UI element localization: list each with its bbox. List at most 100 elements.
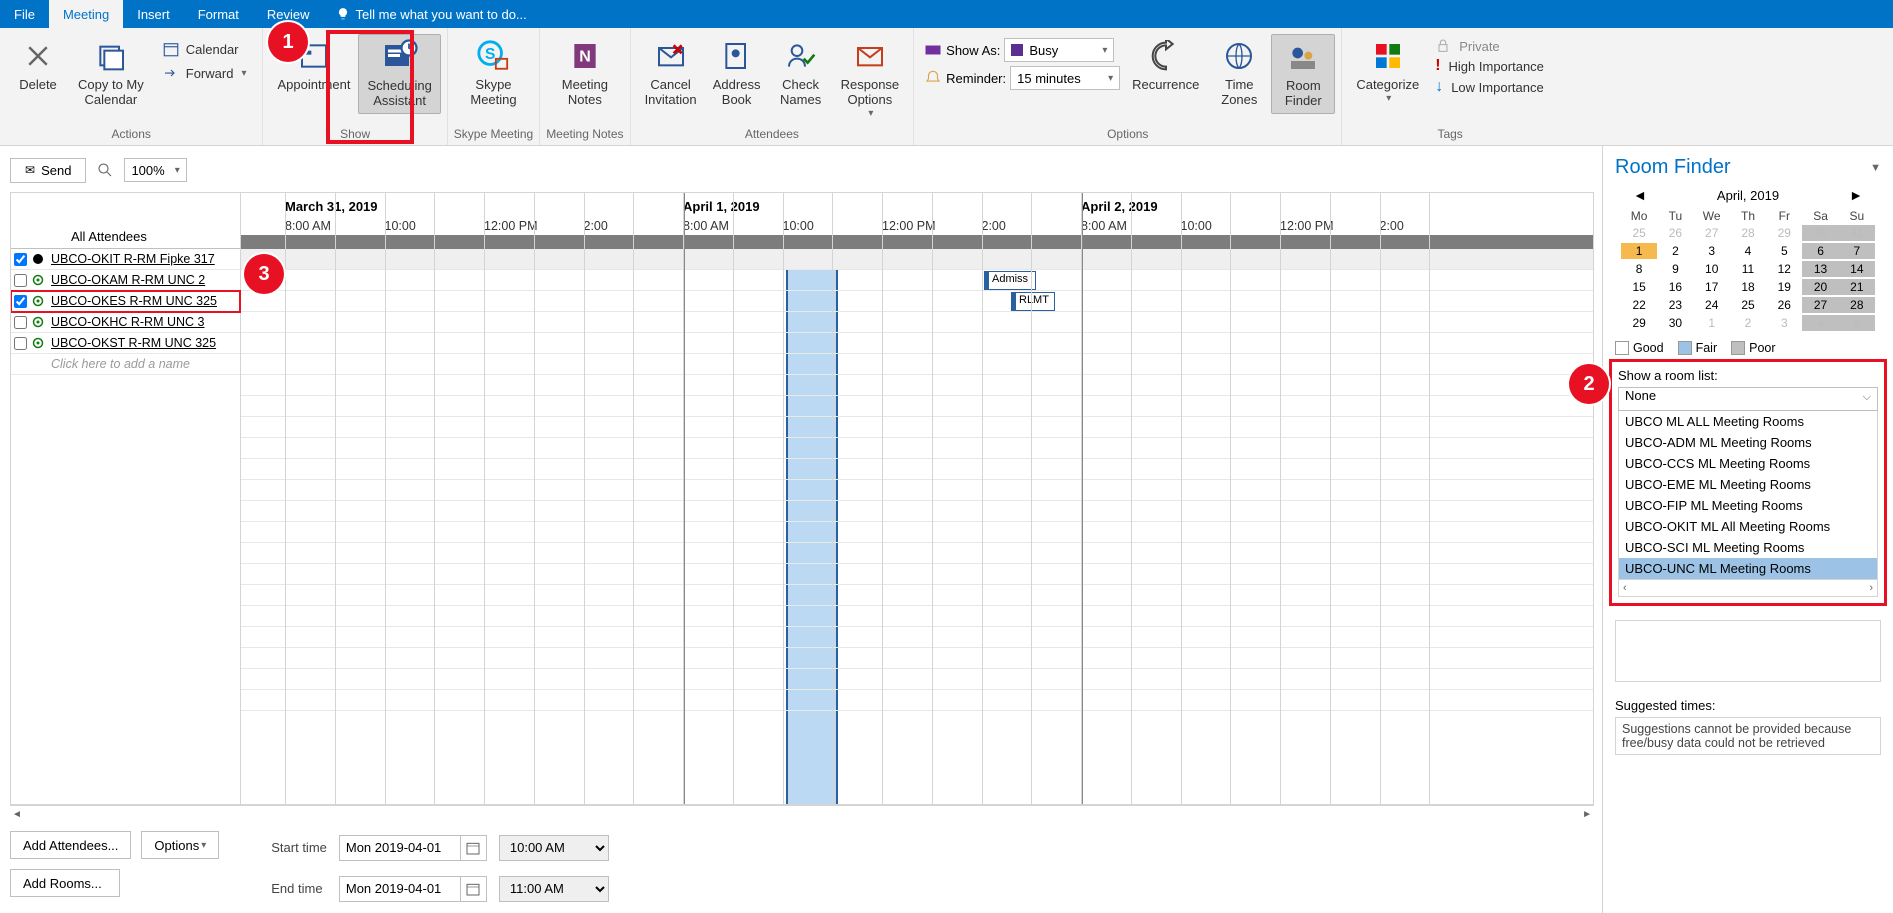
attendee-row[interactable]: UBCO-OKES R-RM UNC 325	[11, 291, 240, 312]
add-attendee-row[interactable]: Click here to add a name	[11, 354, 240, 375]
cal-day[interactable]: 24	[1694, 297, 1730, 313]
room-list-select[interactable]: None	[1618, 387, 1878, 411]
cal-day[interactable]: 11	[1730, 261, 1766, 277]
attendee-row[interactable]: UBCO-OKAM R-RM UNC 2	[11, 270, 240, 291]
end-date-input[interactable]	[339, 876, 487, 902]
response-options-button[interactable]: Response Options	[833, 34, 908, 123]
cal-day[interactable]: 2	[1657, 243, 1693, 259]
attendee-row[interactable]: UBCO-OKIT R-RM Fipke 317	[11, 249, 240, 270]
cal-day[interactable]: 25	[1730, 297, 1766, 313]
add-attendees-button[interactable]: Add Attendees...	[10, 831, 131, 859]
attendee-checkbox[interactable]	[14, 337, 27, 350]
attendee-checkbox[interactable]	[14, 253, 27, 266]
room-list-dropdown[interactable]: UBCO ML ALL Meeting RoomsUBCO-ADM ML Mee…	[1618, 411, 1878, 580]
tab-meeting[interactable]: Meeting	[49, 0, 123, 28]
cal-day[interactable]: 20	[1802, 279, 1838, 295]
calendar-picker-icon[interactable]	[460, 877, 486, 901]
cal-day[interactable]: 30	[1657, 315, 1693, 331]
cal-day[interactable]: 26	[1657, 225, 1693, 241]
cal-day[interactable]: 18	[1730, 279, 1766, 295]
calendar-event[interactable]: RLMT	[1011, 292, 1055, 311]
attendee-checkbox[interactable]	[14, 316, 27, 329]
cal-day[interactable]: 22	[1621, 297, 1657, 313]
cal-day[interactable]: 5	[1839, 315, 1875, 331]
cal-day[interactable]: 27	[1694, 225, 1730, 241]
reminder-select[interactable]: 15 minutes▾	[1010, 66, 1120, 90]
start-date-input[interactable]	[339, 835, 487, 861]
cal-day[interactable]: 29	[1621, 315, 1657, 331]
room-list-item[interactable]: UBCO ML ALL Meeting Rooms	[1619, 411, 1877, 432]
timeline-scrollbar[interactable]: ◄►	[10, 805, 1594, 823]
private-button[interactable]: Private	[1435, 38, 1544, 54]
cal-day[interactable]: 28	[1730, 225, 1766, 241]
cal-day[interactable]: 14	[1839, 261, 1875, 277]
room-list-item[interactable]: UBCO-EME ML Meeting Rooms	[1619, 474, 1877, 495]
cal-day[interactable]: 10	[1694, 261, 1730, 277]
search-icon[interactable]	[96, 161, 114, 179]
cal-day[interactable]: 4	[1730, 243, 1766, 259]
address-book-button[interactable]: Address Book	[705, 34, 769, 112]
room-list-hscroll[interactable]: ‹›	[1618, 580, 1878, 597]
start-time-select[interactable]: 10:00 AM	[499, 835, 609, 861]
cal-day[interactable]: 19	[1766, 279, 1802, 295]
calendar-event[interactable]: Admiss	[984, 271, 1036, 290]
forward-button[interactable]: Forward	[156, 62, 253, 84]
attendee-row[interactable]: UBCO-OKHC R-RM UNC 3	[11, 312, 240, 333]
show-as-select[interactable]: Busy▾	[1004, 38, 1114, 62]
calendar-button[interactable]: Calendar	[156, 38, 253, 60]
scheduling-assistant-button[interactable]: Scheduling Assistant	[358, 34, 440, 114]
room-finder-menu[interactable]: ▼	[1870, 162, 1881, 174]
cal-day[interactable]: 21	[1839, 279, 1875, 295]
room-list-item[interactable]: UBCO-OKIT ML All Meeting Rooms	[1619, 516, 1877, 537]
cal-day[interactable]: 23	[1657, 297, 1693, 313]
room-list-item[interactable]: UBCO-CCS ML Meeting Rooms	[1619, 453, 1877, 474]
check-names-button[interactable]: Check Names	[769, 34, 833, 112]
cal-day[interactable]: 15	[1621, 279, 1657, 295]
cal-day[interactable]: 27	[1802, 297, 1838, 313]
room-list-item[interactable]: UBCO-SCI ML Meeting Rooms	[1619, 537, 1877, 558]
cal-day[interactable]: 31	[1839, 225, 1875, 241]
delete-button[interactable]: Delete	[6, 34, 70, 97]
cal-day[interactable]: 1	[1694, 315, 1730, 331]
cal-day[interactable]: 6	[1802, 243, 1838, 259]
cal-day[interactable]: 25	[1621, 225, 1657, 241]
add-rooms-button[interactable]: Add Rooms...	[10, 869, 120, 897]
cal-day[interactable]: 8	[1621, 261, 1657, 277]
cal-prev[interactable]: ◄	[1633, 187, 1647, 203]
cal-day[interactable]: 30	[1802, 225, 1838, 241]
skype-meeting-button[interactable]: S Skype Meeting	[461, 34, 525, 112]
cal-day[interactable]: 13	[1802, 261, 1838, 277]
cal-day[interactable]: 1	[1621, 243, 1657, 259]
cal-day[interactable]: 4	[1802, 315, 1838, 331]
cal-day[interactable]: 3	[1694, 243, 1730, 259]
cal-day[interactable]: 12	[1766, 261, 1802, 277]
room-list-item[interactable]: UBCO-ADM ML Meeting Rooms	[1619, 432, 1877, 453]
room-list-item[interactable]: UBCO-UNC ML Meeting Rooms	[1619, 558, 1877, 579]
cal-day[interactable]: 9	[1657, 261, 1693, 277]
send-button[interactable]: ✉Send	[10, 158, 86, 183]
cal-day[interactable]: 2	[1730, 315, 1766, 331]
room-finder-button[interactable]: Room Finder	[1271, 34, 1335, 114]
end-time-select[interactable]: 11:00 AM	[499, 876, 609, 902]
tab-file[interactable]: File	[0, 0, 49, 28]
attendee-checkbox[interactable]	[14, 295, 27, 308]
recurrence-button[interactable]: Recurrence	[1124, 34, 1207, 97]
cal-day[interactable]: 16	[1657, 279, 1693, 295]
tab-format[interactable]: Format	[184, 0, 253, 28]
cal-day[interactable]: 29	[1766, 225, 1802, 241]
cal-day[interactable]: 17	[1694, 279, 1730, 295]
categorize-button[interactable]: Categorize	[1348, 34, 1427, 108]
tab-insert[interactable]: Insert	[123, 0, 184, 28]
low-importance-button[interactable]: ↓Low Importance	[1435, 78, 1544, 96]
room-list-item[interactable]: UBCO-FIP ML Meeting Rooms	[1619, 495, 1877, 516]
cancel-invitation-button[interactable]: Cancel Invitation	[637, 34, 705, 112]
attendee-row[interactable]: UBCO-OKST R-RM UNC 325	[11, 333, 240, 354]
calendar-picker-icon[interactable]	[460, 836, 486, 860]
high-importance-button[interactable]: !High Importance	[1435, 57, 1544, 75]
zoom-select[interactable]: 100%▾	[124, 158, 186, 182]
tell-me-search[interactable]: Tell me what you want to do...	[324, 0, 539, 28]
time-zones-button[interactable]: Time Zones	[1207, 34, 1271, 112]
cal-next[interactable]: ►	[1849, 187, 1863, 203]
copy-calendar-button[interactable]: Copy to My Calendar	[70, 34, 152, 112]
options-button[interactable]: Options	[141, 831, 219, 859]
